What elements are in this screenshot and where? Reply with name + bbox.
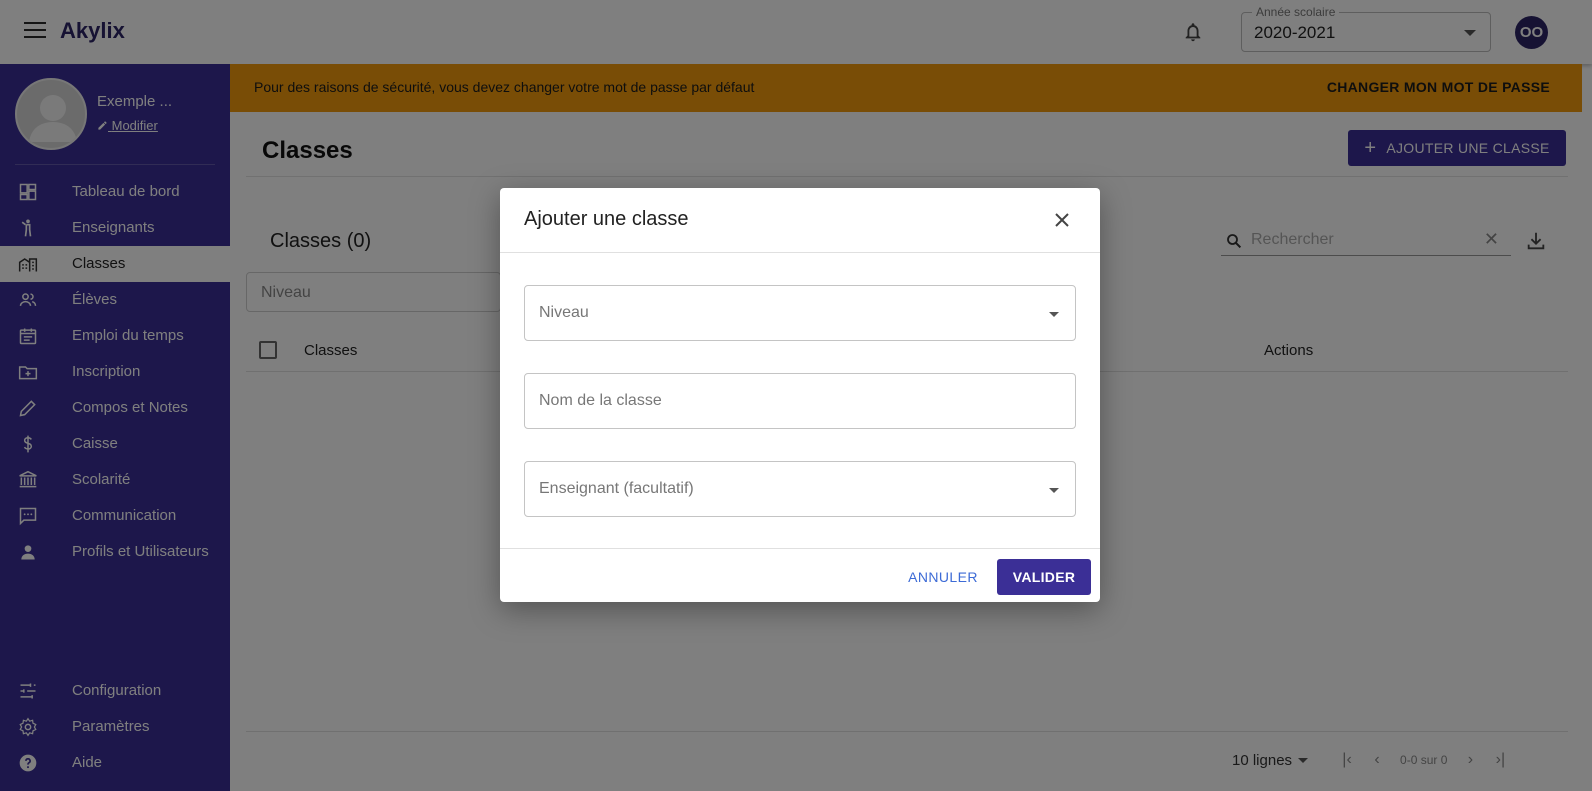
dialog-title: Ajouter une classe bbox=[524, 208, 689, 230]
level-select-placeholder: Niveau bbox=[539, 304, 589, 321]
chevron-down-icon bbox=[1049, 488, 1059, 493]
level-select[interactable]: Niveau bbox=[524, 285, 1076, 341]
divider bbox=[500, 548, 1100, 549]
class-name-field[interactable]: Nom de la classe bbox=[524, 373, 1076, 429]
teacher-select-placeholder: Enseignant (facultatif) bbox=[539, 480, 694, 497]
chevron-down-icon bbox=[1049, 312, 1059, 317]
add-class-dialog: Ajouter une classe Niveau Nom de la clas… bbox=[500, 188, 1100, 602]
teacher-select[interactable]: Enseignant (facultatif) bbox=[524, 461, 1076, 517]
close-icon[interactable] bbox=[1050, 208, 1074, 232]
class-name-placeholder: Nom de la classe bbox=[539, 392, 662, 409]
cancel-button[interactable]: ANNULER bbox=[900, 560, 986, 594]
confirm-button[interactable]: VALIDER bbox=[997, 559, 1091, 595]
divider bbox=[500, 252, 1100, 253]
